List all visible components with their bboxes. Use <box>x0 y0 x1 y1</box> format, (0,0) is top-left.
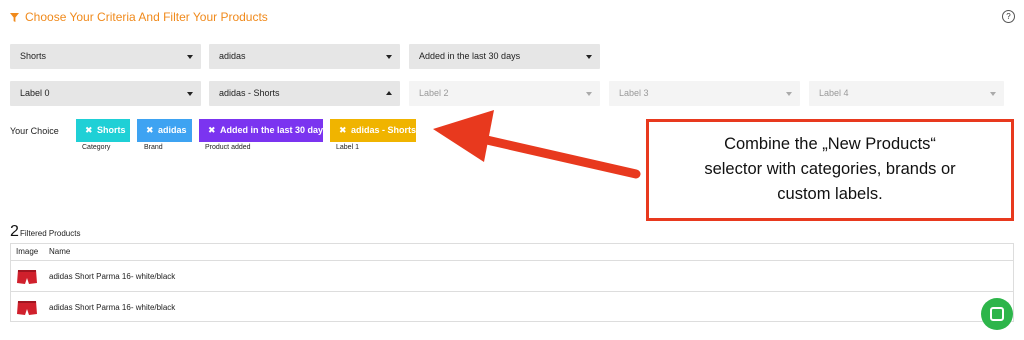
chip-product-added[interactable]: ✖ Added in the last 30 days <box>199 119 328 142</box>
column-header-name: Name <box>49 247 71 256</box>
your-choice-label: Your Choice <box>10 126 59 136</box>
chip-label-1[interactable]: ✖ adidas - Shorts <box>330 119 416 142</box>
label-0-select[interactable]: Label 0 <box>10 81 201 106</box>
product-added-select-value: Added in the last 30 days <box>419 51 521 61</box>
column-header-image: Image <box>16 247 39 256</box>
category-select-value: Shorts <box>20 51 47 61</box>
chevron-down-icon <box>586 92 592 96</box>
chevron-down-icon <box>187 55 193 59</box>
brand-select[interactable]: adidas <box>209 44 400 69</box>
chip-category-text: Shorts <box>97 125 126 135</box>
remove-icon[interactable]: ✖ <box>146 125 154 136</box>
chevron-down-icon <box>786 92 792 96</box>
label-0-select-value: Label 0 <box>20 88 50 98</box>
product-name[interactable]: adidas Short Parma 16- white/black <box>49 303 175 312</box>
page-title: Choose Your Criteria And Filter Your Pro… <box>25 10 268 24</box>
filtered-count-label: Filtered Products <box>20 229 81 238</box>
callout-line-1: Combine the „New Products“ <box>724 135 936 153</box>
table-row[interactable]: adidas Short Parma 16- white/black <box>11 260 1013 291</box>
funnel-icon <box>10 13 19 22</box>
chat-button[interactable] <box>981 298 1013 330</box>
chip-label-1-caption: Label 1 <box>336 144 359 151</box>
remove-icon[interactable]: ✖ <box>208 125 216 136</box>
brand-select-value: adidas <box>219 51 246 61</box>
callout-box: Combine the „New Products“ selector with… <box>646 119 1014 221</box>
chevron-up-icon <box>386 91 392 95</box>
chevron-down-icon <box>990 92 996 96</box>
remove-icon[interactable]: ✖ <box>85 125 93 136</box>
filter-header: Choose Your Criteria And Filter Your Pro… <box>0 0 1024 34</box>
label-2-select-value: Label 2 <box>419 88 449 98</box>
label-3-select-value: Label 3 <box>619 88 649 98</box>
table-row[interactable]: adidas Short Parma 16- white/black <box>11 291 1013 322</box>
chip-brand-caption: Brand <box>144 144 163 151</box>
chat-icon <box>990 307 1004 321</box>
product-thumbnail[interactable] <box>16 269 38 285</box>
chip-product-added-text: Added in the last 30 days <box>220 125 329 135</box>
question-circle-icon[interactable]: ? <box>1002 10 1015 23</box>
product-thumbnail[interactable] <box>16 300 38 316</box>
callout-line-3: custom labels. <box>777 185 883 203</box>
category-select[interactable]: Shorts <box>10 44 201 69</box>
chip-label-1-text: adidas - Shorts <box>351 125 417 135</box>
label-1-select-value: adidas - Shorts <box>219 88 280 98</box>
label-4-select[interactable]: Label 4 <box>809 81 1004 106</box>
callout-text: Combine the „New Products“ selector with… <box>649 132 1011 207</box>
chevron-down-icon <box>586 55 592 59</box>
products-table: Image Name adidas Short Parma 16- white/… <box>10 243 1014 322</box>
chip-product-added-caption: Product added <box>205 144 251 151</box>
chip-category-caption: Category <box>82 144 111 151</box>
chip-brand[interactable]: ✖ adidas <box>137 119 192 142</box>
chip-category[interactable]: ✖ Shorts <box>76 119 130 142</box>
remove-icon[interactable]: ✖ <box>339 125 347 136</box>
label-1-select[interactable]: adidas - Shorts <box>209 81 400 106</box>
label-4-select-value: Label 4 <box>819 88 849 98</box>
callout-line-2: selector with categories, brands or <box>704 160 956 178</box>
label-2-select[interactable]: Label 2 <box>409 81 600 106</box>
label-3-select[interactable]: Label 3 <box>609 81 800 106</box>
filtered-count: 2 <box>10 223 19 240</box>
product-added-select[interactable]: Added in the last 30 days <box>409 44 600 69</box>
chip-brand-text: adidas <box>158 125 187 135</box>
product-name[interactable]: adidas Short Parma 16- white/black <box>49 272 175 281</box>
chevron-down-icon <box>386 55 392 59</box>
chevron-down-icon <box>187 92 193 96</box>
